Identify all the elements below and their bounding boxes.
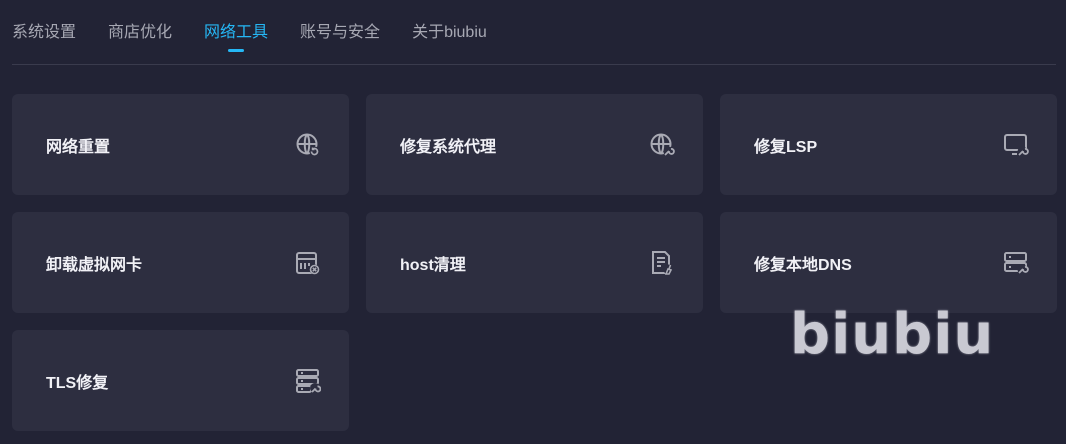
network-card-remove-icon	[295, 250, 321, 276]
card-label: 修复系统代理	[400, 138, 497, 156]
host-clean-card[interactable]: host清理	[366, 212, 703, 313]
tab-store-optimization[interactable]: 商店优化	[108, 21, 172, 43]
uninstall-virtual-nic-card[interactable]: 卸载虚拟网卡	[12, 212, 349, 313]
biubiu-watermark: biubiu	[790, 302, 995, 367]
card-label: 卸载虚拟网卡	[46, 256, 143, 274]
server-tool-icon	[295, 368, 321, 394]
card-label: 网络重置	[46, 138, 111, 156]
fix-system-proxy-card[interactable]: 修复系统代理	[366, 94, 703, 195]
tab-account-security[interactable]: 账号与安全	[300, 21, 380, 43]
globe-wrench-icon	[649, 132, 675, 158]
tls-fix-card[interactable]: TLS修复	[12, 330, 349, 431]
document-clean-icon	[649, 250, 675, 276]
tab-system-settings[interactable]: 系统设置	[12, 21, 76, 43]
globe-refresh-icon	[295, 132, 321, 158]
server-wrench-icon	[1003, 250, 1029, 276]
card-label: host清理	[400, 256, 466, 274]
tab-network-tools[interactable]: 网络工具	[204, 21, 268, 43]
tool-grid: 网络重置 修复系统代理 修复LSP 卸载虚拟网卡 host清理 修复本地DNS …	[12, 94, 1057, 431]
fix-lsp-card[interactable]: 修复LSP	[720, 94, 1057, 195]
monitor-wrench-icon	[1003, 132, 1029, 158]
tab-about[interactable]: 关于biubiu	[412, 21, 487, 43]
fix-local-dns-card[interactable]: 修复本地DNS	[720, 212, 1057, 313]
card-label: 修复LSP	[754, 138, 818, 156]
network-reset-card[interactable]: 网络重置	[12, 94, 349, 195]
card-label: TLS修复	[46, 374, 109, 392]
tab-bar: 系统设置 商店优化 网络工具 账号与安全 关于biubiu	[12, 0, 1056, 65]
card-label: 修复本地DNS	[754, 256, 852, 274]
